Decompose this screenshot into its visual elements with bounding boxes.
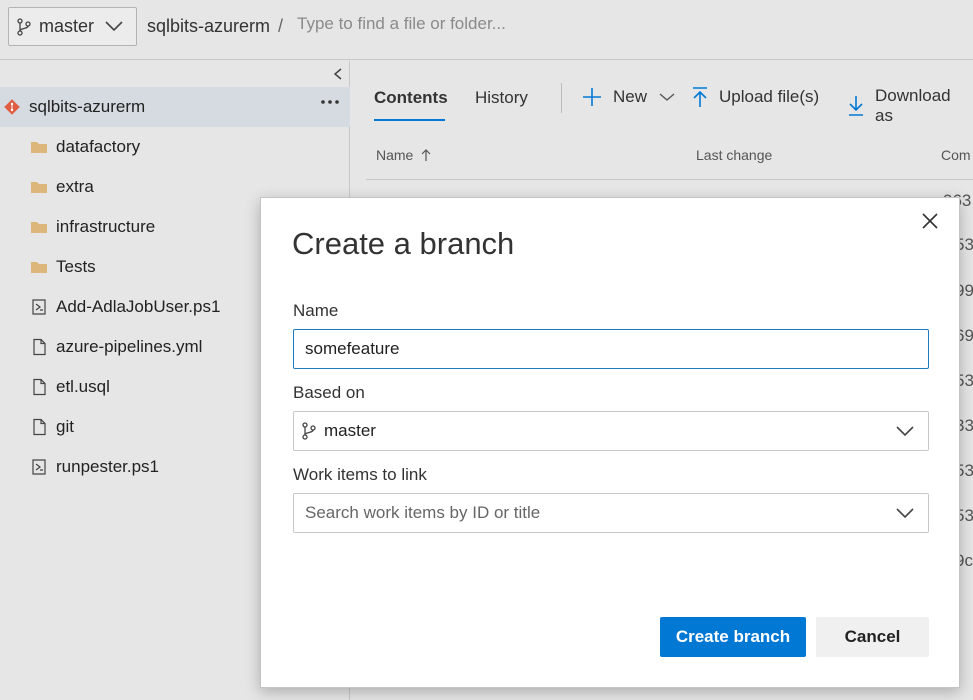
based-on-dropdown[interactable]: master (293, 411, 929, 451)
download-button[interactable]: Download as (847, 86, 973, 126)
new-button[interactable]: New (581, 86, 675, 108)
tree-item-label: runpester.ps1 (56, 457, 160, 476)
dialog-title: Create a branch (292, 226, 515, 261)
tree-item-label: datafactory (56, 137, 141, 156)
tab-contents[interactable]: Contents (374, 88, 448, 108)
tree-item-label: azure-pipelines.yml (56, 337, 203, 356)
toolbar-divider (561, 83, 562, 113)
upload-icon (691, 86, 709, 108)
breadcrumb-separator: / (278, 16, 284, 36)
path-search-input[interactable] (297, 14, 597, 34)
more-options-icon[interactable] (320, 99, 340, 105)
git-repo-icon (4, 99, 20, 115)
tree-item-label: Tests (56, 257, 96, 276)
collapse-sidebar-icon[interactable] (332, 67, 344, 81)
create-branch-button[interactable]: Create branch (660, 617, 806, 657)
based-on-label: Based on (293, 383, 365, 402)
column-header-name-label: Name (376, 147, 414, 163)
new-button-label: New (613, 87, 648, 106)
tree-item-datafactory[interactable]: datafactory (0, 127, 350, 167)
close-icon[interactable] (920, 211, 940, 231)
tree-root-repo[interactable]: sqlbits-azurerm (0, 87, 350, 127)
upload-files-label: Upload file(s) (719, 87, 820, 106)
based-on-value: master (324, 421, 376, 440)
upload-files-button[interactable]: Upload file(s) (691, 86, 819, 108)
tree-item-label: infrastructure (56, 217, 156, 236)
folder-icon (30, 139, 48, 155)
chevron-down-icon (895, 506, 915, 520)
cancel-button[interactable]: Cancel (816, 617, 929, 657)
top-bar: master sqlbits-azurerm / (0, 0, 973, 60)
branch-icon (17, 17, 31, 36)
create-branch-dialog: Create a branch Name Based on master Wor… (260, 197, 960, 688)
folder-icon (30, 259, 48, 275)
chevron-down-icon (895, 424, 915, 438)
tree-root-label: sqlbits-azurerm (29, 97, 146, 116)
work-items-dropdown[interactable]: Search work items by ID or title (293, 493, 929, 533)
chevron-down-icon (104, 19, 124, 33)
branch-name-input[interactable] (293, 329, 929, 369)
branch-picker-label: master (39, 16, 95, 36)
powershell-file-icon (30, 458, 48, 476)
column-header-name[interactable]: Name (376, 147, 431, 163)
active-tab-indicator (374, 119, 445, 121)
folder-icon (30, 219, 48, 235)
download-label: Download as (875, 86, 951, 125)
plus-icon (581, 86, 603, 108)
file-icon (30, 378, 48, 396)
file-icon (30, 338, 48, 356)
tab-history[interactable]: History (475, 88, 528, 108)
branch-picker[interactable]: master (8, 7, 137, 46)
tree-item-label: git (56, 417, 74, 436)
work-items-label: Work items to link (293, 465, 427, 484)
name-field-label: Name (293, 301, 339, 320)
folder-icon (30, 179, 48, 195)
chevron-down-icon (659, 92, 675, 102)
sort-ascending-icon (421, 148, 431, 162)
file-icon (30, 418, 48, 436)
tree-item-label: extra (56, 177, 94, 196)
column-header-last-change[interactable]: Last change (696, 147, 772, 163)
header-divider (366, 179, 973, 180)
work-items-placeholder: Search work items by ID or title (305, 503, 541, 522)
breadcrumb-repo[interactable]: sqlbits-azurerm (147, 16, 270, 37)
tree-item-label: Add-AdlaJobUser.ps1 (56, 297, 221, 316)
powershell-file-icon (30, 298, 48, 316)
branch-icon (302, 422, 316, 440)
download-icon (847, 95, 865, 117)
tree-item-label: etl.usql (56, 377, 110, 396)
column-header-commit[interactable]: Com (941, 147, 971, 163)
